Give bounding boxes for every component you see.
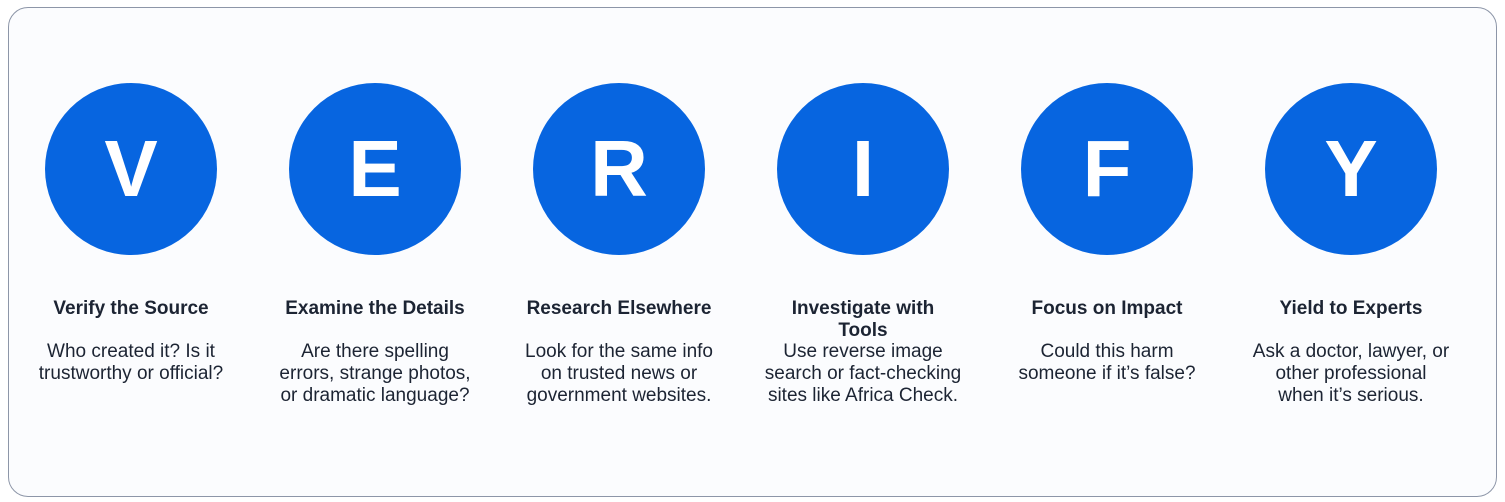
step-title: Research Elsewhere xyxy=(526,298,712,319)
step-yield: Y Yield to Experts Ask a doctor, lawyer,… xyxy=(1229,8,1473,496)
step-description: Who created it? Is it trustworthy or off… xyxy=(38,341,224,384)
verify-diagram-card: V Verify the Source Who created it? Is i… xyxy=(8,7,1497,497)
step-research: R Research Elsewhere Look for the same i… xyxy=(497,8,741,496)
letter-circle-r: R xyxy=(533,83,705,255)
letter-circle-f: F xyxy=(1021,83,1193,255)
step-examine: E Examine the Details Are there spelling… xyxy=(253,8,497,496)
step-focus: F Focus on Impact Could this harm someon… xyxy=(985,8,1229,496)
letter-circle-i: I xyxy=(777,83,949,255)
letter-circle-e: E xyxy=(289,83,461,255)
step-title: Examine the Details xyxy=(285,298,465,319)
step-title: Verify the Source xyxy=(53,298,209,319)
step-description: Are there spelling errors, strange photo… xyxy=(279,341,471,406)
step-investigate: I Investigate with Tools Use reverse ima… xyxy=(741,8,985,496)
step-title: Focus on Impact xyxy=(1031,298,1183,319)
letter-circle-y: Y xyxy=(1265,83,1437,255)
step-description: Ask a doctor, lawyer, or other professio… xyxy=(1252,341,1450,406)
step-title: Yield to Experts xyxy=(1279,298,1423,319)
step-title: Investigate with Tools xyxy=(791,298,935,341)
step-verify: V Verify the Source Who created it? Is i… xyxy=(9,8,253,496)
letter-circle-v: V xyxy=(45,83,217,255)
step-description: Look for the same info on trusted news o… xyxy=(525,341,713,406)
step-description: Could this harm someone if it’s false? xyxy=(1018,341,1196,384)
step-description: Use reverse image search or fact-checkin… xyxy=(764,341,962,406)
